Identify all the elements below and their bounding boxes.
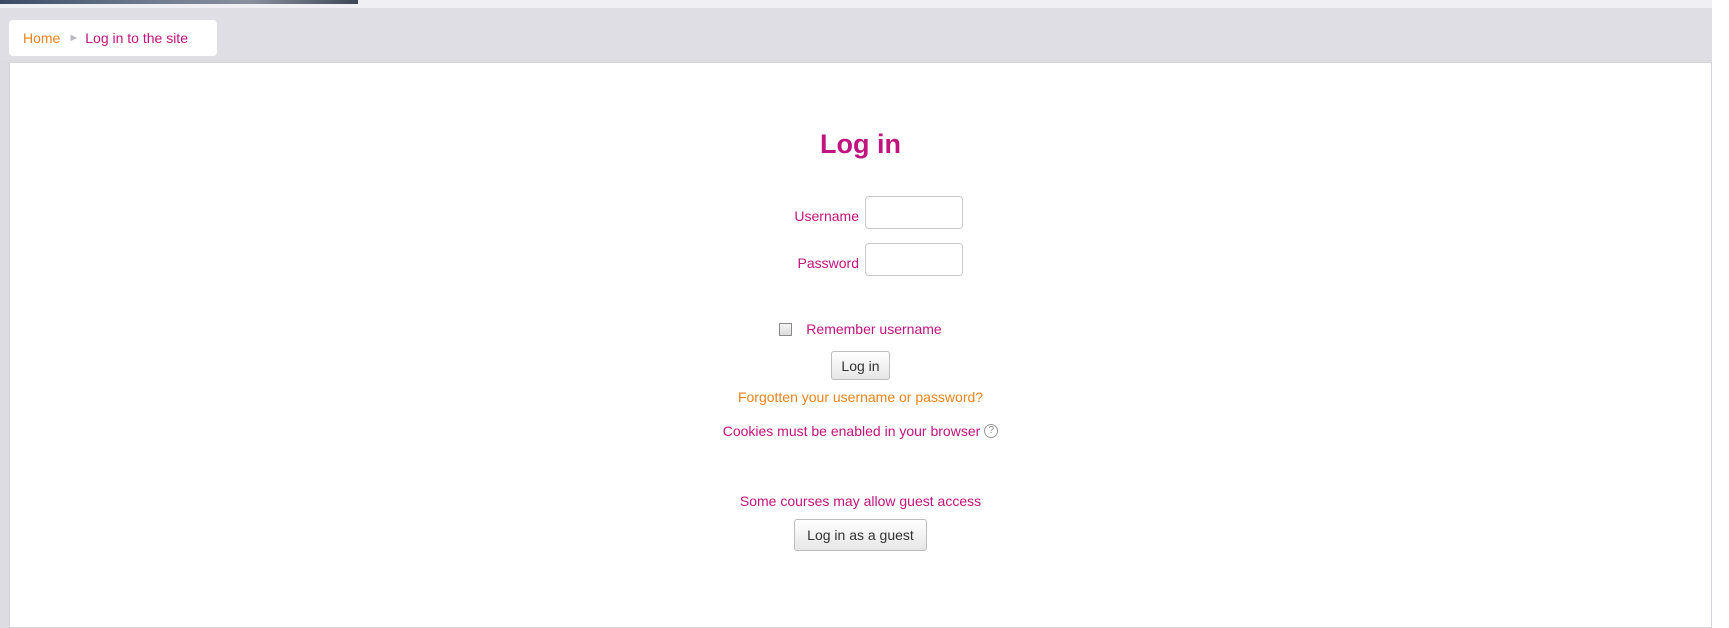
login-button[interactable]: Log in [831, 351, 890, 380]
header-band: Home ► Log in to the site [0, 8, 1729, 60]
guest-access-text: Some courses may allow guest access [739, 493, 982, 509]
password-input[interactable] [865, 243, 963, 276]
top-strip [0, 0, 1729, 8]
help-icon[interactable]: ? [984, 424, 999, 438]
guest-login-button[interactable]: Log in as a guest [794, 519, 927, 551]
breadcrumb-current: Log in to the site [85, 30, 188, 46]
cookies-notice: Cookies must be enabled in your browser [722, 423, 981, 439]
right-edge [1712, 0, 1729, 628]
guest-button-row: Log in as a guest [10, 519, 1711, 551]
login-panel: Log in Username Password Remember userna… [9, 62, 1712, 628]
remember-username-label: Remember username [806, 321, 942, 337]
forgot-row: Forgotten your username or password? [10, 389, 1711, 405]
breadcrumb-separator-icon: ► [68, 32, 80, 44]
guest-text-row: Some courses may allow guest access [10, 493, 1711, 509]
page-title: Log in [820, 129, 901, 159]
login-button-row: Log in [10, 351, 1711, 380]
breadcrumb-home-link[interactable]: Home [23, 30, 60, 46]
breadcrumb: Home ► Log in to the site [9, 20, 217, 56]
remember-username-checkbox[interactable] [779, 322, 793, 336]
username-input[interactable] [865, 196, 963, 229]
cookies-row: Cookies must be enabled in your browser … [10, 423, 1711, 439]
forgot-password-link[interactable]: Forgotten your username or password? [738, 389, 983, 405]
remember-row: Remember username [10, 321, 1711, 337]
username-label: Username [794, 208, 859, 224]
header-image-fragment [0, 0, 358, 4]
password-label: Password [797, 255, 859, 271]
